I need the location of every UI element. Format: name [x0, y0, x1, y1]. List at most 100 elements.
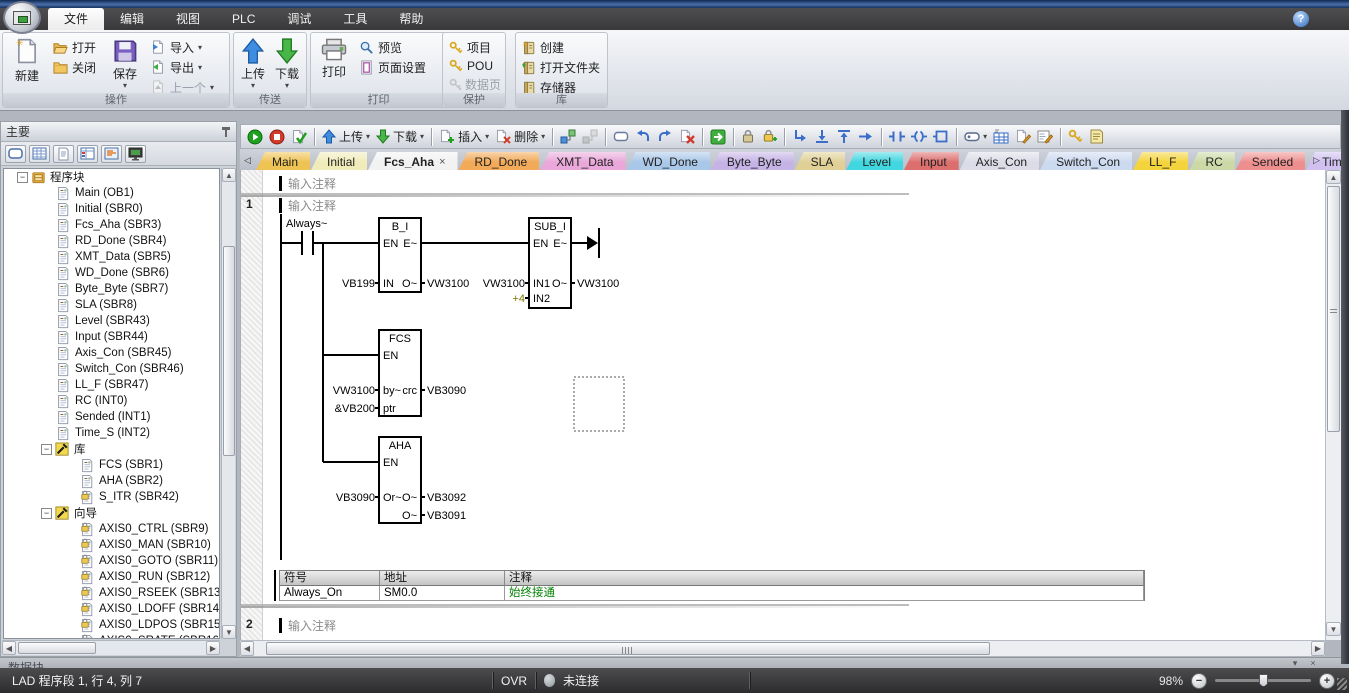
line-up-button[interactable]	[834, 127, 854, 147]
network-comment[interactable]: 输入注释	[288, 617, 336, 634]
data-block-panel-header[interactable]: 数据块 ▾ ×	[0, 657, 1341, 668]
save-button[interactable]: 保存▾	[104, 35, 146, 91]
operand[interactable]: VB3090	[336, 492, 375, 504]
tree-item-S_ITR-SBR42[interactable]: S_ITR (SBR42)	[4, 489, 219, 505]
tree-item-AHA-SBR2[interactable]: AHA (SBR2)	[4, 473, 219, 489]
tree-item-Time_S-INT2[interactable]: Time_S (INT2)	[4, 425, 219, 441]
tree-item-Switch_Con-SBR46[interactable]: Switch_Con (SBR46)	[4, 361, 219, 377]
data-table-view-icon[interactable]	[77, 145, 98, 163]
pou-diagram-disabled-button[interactable]	[580, 127, 600, 147]
help-icon[interactable]: ?	[1293, 11, 1309, 27]
tree-item-LL_F-SBR47[interactable]: LL_F (SBR47)	[4, 377, 219, 393]
zoom-slider-thumb[interactable]	[1259, 674, 1268, 687]
tree-item-Initial-SBR0[interactable]: Initial (SBR0)	[4, 201, 219, 217]
tree-item-AXIS0_LDOFF-SBR14[interactable]: AXIS0_LDOFF (SBR14)	[4, 601, 219, 617]
tab-LL_F[interactable]: LL_F	[1133, 152, 1188, 170]
tab-RC[interactable]: RC	[1189, 152, 1234, 170]
tree-item-程序块[interactable]: −程序块	[4, 169, 219, 185]
tree-item-AXIS0_LDPOS-SBR15[interactable]: AXIS0_LDPOS (SBR15)	[4, 617, 219, 633]
chart-view-icon[interactable]	[101, 145, 122, 163]
tree-item-Axis_Con-SBR45[interactable]: Axis_Con (SBR45)	[4, 345, 219, 361]
tree-item-AXIS0_CTRL-SBR9[interactable]: AXIS0_CTRL (SBR9)	[4, 521, 219, 537]
tab-Main[interactable]: Main	[256, 152, 310, 170]
tab-Sended[interactable]: Sended	[1236, 152, 1305, 170]
download-button[interactable]: 下载▾	[374, 127, 426, 147]
program-comment[interactable]: 输入注释	[288, 175, 336, 192]
tree-item-WD_Done-SBR6[interactable]: WD_Done (SBR6)	[4, 265, 219, 281]
contact-symbol-label[interactable]: Always~	[286, 218, 327, 230]
upload-button[interactable]: 上传▾	[320, 127, 372, 147]
line-right-button[interactable]	[856, 127, 876, 147]
tree-item-Fcs_Aha-SBR3[interactable]: Fcs_Aha (SBR3)	[4, 217, 219, 233]
tab-Fcs_Aha[interactable]: Fcs_Aha×	[368, 152, 457, 170]
svg-text:B_I[interactable]: B_I	[392, 221, 409, 233]
tree-item-Input-SBR44[interactable]: Input (SBR44)	[4, 329, 219, 345]
selection-rectangle[interactable]	[574, 377, 624, 431]
sidebar-horizontal-scrollbar[interactable]: ◀ ▶	[2, 640, 220, 655]
run-button[interactable]	[245, 127, 265, 147]
svg-text:FCS[interactable]: FCS	[389, 333, 411, 345]
network-comment[interactable]: 输入注释	[288, 197, 336, 214]
open-button[interactable]: 打开	[50, 39, 102, 56]
bookmark-next-button[interactable]	[655, 127, 675, 147]
preview-button[interactable]: 预览	[356, 39, 442, 56]
ribbon-download-button[interactable]: 下载▾	[271, 35, 303, 91]
svg-text:SUB_I[interactable]: SUB_I	[534, 221, 566, 233]
symbol-table-button[interactable]	[991, 127, 1011, 147]
tab-scroll-left-icon[interactable]: ◁	[241, 152, 254, 168]
branch-junction-button[interactable]	[790, 127, 810, 147]
properties-button[interactable]	[1087, 127, 1106, 147]
new-button[interactable]: ✳ 新建	[6, 35, 48, 91]
go-to-button[interactable]	[708, 127, 728, 147]
lock-add-button[interactable]	[760, 127, 779, 147]
stop-button[interactable]	[267, 127, 287, 147]
pin-icon[interactable]	[221, 126, 231, 138]
tab-Switch_Con[interactable]: Switch_Con	[1040, 152, 1132, 170]
zoom-slider[interactable]	[1215, 679, 1311, 682]
monitor-view-icon[interactable]	[125, 145, 146, 163]
tree-item-Main-OB1[interactable]: Main (OB1)	[4, 185, 219, 201]
bookmark-prev-button[interactable]	[633, 127, 653, 147]
menu-编辑[interactable]: 编辑	[104, 8, 160, 30]
import-button[interactable]: 导入▾	[148, 39, 220, 56]
menu-PLC[interactable]: PLC	[216, 8, 271, 30]
delete-button[interactable]: 删除▾	[493, 127, 547, 147]
library-open-folder-button[interactable]: +打开文件夹	[519, 59, 604, 76]
print-button[interactable]: 打印	[314, 35, 354, 91]
collapse-icon[interactable]: −	[17, 172, 28, 183]
operand[interactable]: &VB200	[335, 403, 375, 415]
page-setup-button[interactable]: 页面设置	[356, 59, 442, 76]
tab-Axis_Con[interactable]: Axis_Con	[960, 152, 1039, 170]
marquee-view-icon[interactable]	[5, 145, 26, 163]
operand[interactable]: +4	[512, 293, 525, 305]
tab-Initial[interactable]: Initial	[311, 152, 367, 170]
editor-vertical-scrollbar[interactable]: ▲ ▼	[1325, 170, 1341, 640]
tab-WD_Done[interactable]: WD_Done	[627, 152, 710, 170]
tab-XMT_Data[interactable]: XMT_Data	[540, 152, 625, 170]
tree-item-SLA-SBR8[interactable]: SLA (SBR8)	[4, 297, 219, 313]
library-create-button[interactable]: ✳创建	[519, 39, 604, 56]
tree-item-Byte_Byte-SBR7[interactable]: Byte_Byte (SBR7)	[4, 281, 219, 297]
tree-item-Sended-INT1[interactable]: Sended (INT1)	[4, 409, 219, 425]
protect-data-page-button[interactable]: 数据页	[446, 76, 504, 93]
close-button[interactable]: 关闭	[50, 59, 102, 76]
sidebar-vertical-scrollbar[interactable]: ▲ ▼	[221, 168, 235, 639]
ribbon-upload-button[interactable]: 上传▾	[237, 35, 269, 91]
symbol-table[interactable]: 符号 地址 注释 Always_On SM0.0 始终接通	[279, 570, 1145, 601]
document-view-icon[interactable]	[53, 145, 74, 163]
operand[interactable]: VW3100	[577, 278, 619, 290]
insert-button[interactable]: 插入▾	[437, 127, 491, 147]
export-button[interactable]: 导出▾	[148, 59, 220, 76]
edit-pou-button[interactable]	[1035, 127, 1055, 147]
app-logo-button[interactable]	[3, 1, 41, 34]
protect-key-button[interactable]	[1066, 127, 1085, 147]
line-down-button[interactable]	[812, 127, 832, 147]
tree-item-库[interactable]: −库	[4, 441, 219, 457]
selection-box-button[interactable]	[611, 127, 631, 147]
pin-icon[interactable]: ▾	[1289, 659, 1301, 668]
operand[interactable]: VB199	[342, 278, 375, 290]
lock-button[interactable]	[739, 127, 758, 147]
tree-item-AXIS0_SRATE-SBR16[interactable]: AXIS0_SRATE (SBR16)	[4, 633, 219, 639]
edit-page-button[interactable]	[1013, 127, 1033, 147]
tab-SLA[interactable]: SLA	[795, 152, 846, 170]
